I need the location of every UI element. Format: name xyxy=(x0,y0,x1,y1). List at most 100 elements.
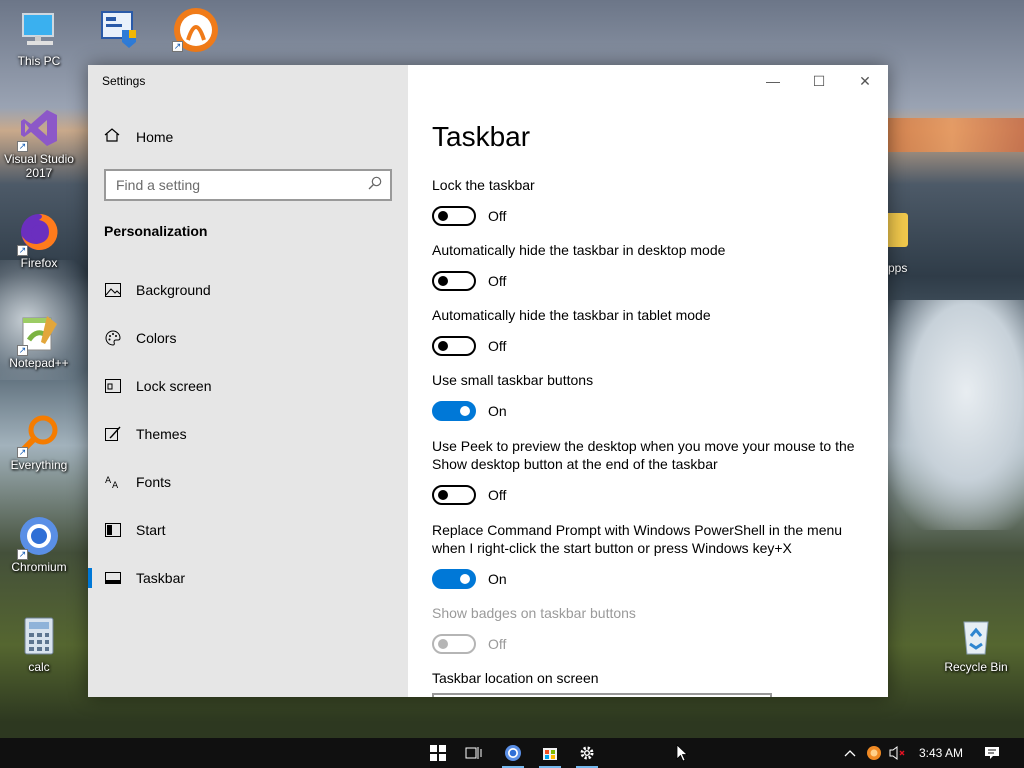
taskbar-settings[interactable] xyxy=(572,738,602,768)
small-buttons-toggle[interactable] xyxy=(432,401,476,421)
toggle-state-text: Off xyxy=(488,338,507,354)
chromium-icon xyxy=(505,745,521,761)
search-placeholder: Find a setting xyxy=(116,177,201,193)
volume-button[interactable] xyxy=(886,738,908,768)
desktop-icon-control-panel[interactable] xyxy=(78,6,158,52)
windows-logo-icon xyxy=(430,745,446,761)
setting-label: Replace Command Prompt with Windows Powe… xyxy=(432,522,843,556)
taskbar-store[interactable] xyxy=(535,738,565,768)
nav-home-label: Home xyxy=(136,129,174,145)
visual-studio-icon: ↗ xyxy=(17,106,61,152)
window-caption-buttons: — ☐ ✕ xyxy=(750,65,888,97)
calculator-icon xyxy=(17,614,61,658)
nav-item-colors[interactable]: Colors xyxy=(88,318,408,358)
taskbar-icon xyxy=(104,569,122,587)
task-view-button[interactable] xyxy=(460,738,488,768)
search-input[interactable]: Find a setting xyxy=(104,169,392,201)
nav-item-label: Fonts xyxy=(136,474,172,490)
shortcut-arrow-icon: ↗ xyxy=(17,447,28,458)
nav-item-label: Themes xyxy=(136,426,187,442)
desktop-icon-chromium[interactable]: ↗ Chromium xyxy=(0,514,79,574)
peek-toggle[interactable] xyxy=(432,485,476,505)
shortcut-arrow-icon: ↗ xyxy=(17,549,28,560)
volume-muted-icon xyxy=(889,746,905,760)
setting-label: Use Peek to preview the desktop when you… xyxy=(432,438,855,472)
nav-item-label: Start xyxy=(136,522,166,538)
setting-powershell: Replace Command Prompt with Windows Powe… xyxy=(432,521,872,589)
home-icon xyxy=(104,127,122,147)
desktop-icon-recycle-bin[interactable]: Recycle Bin xyxy=(936,614,1016,674)
setting-small-buttons: Use small taskbar buttons On xyxy=(432,371,872,421)
nav-section-heading: Personalization xyxy=(104,223,208,239)
recycle-bin-icon xyxy=(954,614,998,658)
setting-label: Automatically hide the taskbar in tablet… xyxy=(432,307,711,323)
nav-item-taskbar[interactable]: Taskbar xyxy=(88,558,408,598)
desktop-icon-firefox[interactable]: ↗ Firefox xyxy=(0,210,79,270)
tray-app-icon[interactable] xyxy=(864,738,884,768)
toggle-state-text: Off xyxy=(488,636,507,652)
svg-text:A: A xyxy=(112,481,119,489)
nav-item-themes[interactable]: Themes xyxy=(88,414,408,454)
page-title: Taskbar xyxy=(432,121,531,152)
toggle-state-text: Off xyxy=(488,208,507,224)
search-icon xyxy=(368,176,382,190)
mouse-cursor-icon xyxy=(674,738,690,768)
autohide-desktop-toggle[interactable] xyxy=(432,271,476,291)
palette-icon xyxy=(104,329,122,347)
notification-icon xyxy=(985,747,999,759)
nav-item-label: Colors xyxy=(136,330,177,346)
start-button[interactable] xyxy=(424,738,452,768)
task-view-icon xyxy=(465,747,482,759)
desktop-icon-bittorrent[interactable]: ↗ xyxy=(154,6,234,52)
nav-item-background[interactable]: Background xyxy=(88,270,408,310)
lock-taskbar-toggle[interactable] xyxy=(432,206,476,226)
setting-taskbar-location: Taskbar location on screen xyxy=(432,669,872,687)
clock[interactable]: 3:43 AM xyxy=(912,738,970,768)
maximize-button[interactable]: ☐ xyxy=(796,65,842,97)
gear-icon xyxy=(580,746,594,760)
setting-label: Automatically hide the taskbar in deskto… xyxy=(432,242,726,258)
nav-item-label: Taskbar xyxy=(136,570,186,586)
toggle-state-text: On xyxy=(488,571,507,587)
desktop-icon-this-pc[interactable]: This PC xyxy=(0,8,79,68)
nav-home[interactable]: Home xyxy=(104,127,173,147)
setting-label: Taskbar location on screen xyxy=(432,670,599,686)
wallpaper-clouds xyxy=(880,300,1024,530)
desktop-icon-calc[interactable]: calc xyxy=(0,614,79,674)
monitor-icon xyxy=(17,8,61,52)
shortcut-arrow-icon: ↗ xyxy=(17,345,28,356)
close-button[interactable]: ✕ xyxy=(842,65,888,97)
setting-peek: Use Peek to preview the desktop when you… xyxy=(432,437,872,505)
badges-toggle xyxy=(432,634,476,654)
desktop-icon-notepadpp[interactable]: ↗ Notepad++ xyxy=(0,310,79,370)
window-title: Settings xyxy=(102,74,146,88)
setting-label: Show badges on taskbar buttons xyxy=(432,605,636,621)
nav-item-fonts[interactable]: AA Fonts xyxy=(88,462,408,502)
lock-screen-icon xyxy=(104,377,122,395)
desktop-icon-everything[interactable]: ↗ Everything xyxy=(0,412,79,472)
fonts-icon: AA xyxy=(104,473,122,491)
desktop-icon-visual-studio[interactable]: ↗ Visual Studio 2017 xyxy=(0,106,79,180)
wallpaper-sunset-glow xyxy=(880,118,1024,152)
svg-text:A: A xyxy=(105,476,112,486)
brush-icon xyxy=(104,425,122,443)
nav-item-start[interactable]: Start xyxy=(88,510,408,550)
show-hidden-icons-button[interactable] xyxy=(840,738,860,768)
nav-item-label: Background xyxy=(136,282,211,298)
minimize-button[interactable]: — xyxy=(750,65,796,97)
setting-autohide-tablet: Automatically hide the taskbar in tablet… xyxy=(432,306,872,356)
autohide-tablet-toggle[interactable] xyxy=(432,336,476,356)
control-panel-icon xyxy=(96,6,140,50)
settings-window: Settings Home Find a setting Personaliza… xyxy=(88,65,888,697)
desktop-folder-icon[interactable] xyxy=(888,213,908,247)
powershell-toggle[interactable] xyxy=(432,569,476,589)
setting-badges: Show badges on taskbar buttons Off xyxy=(432,604,872,654)
nav-item-lock-screen[interactable]: Lock screen xyxy=(88,366,408,406)
toggle-state-text: Off xyxy=(488,487,507,503)
shortcut-arrow-icon: ↗ xyxy=(172,41,183,52)
taskbar-chromium[interactable] xyxy=(498,738,528,768)
action-center-button[interactable] xyxy=(978,738,1006,768)
orange-app-icon xyxy=(867,746,881,760)
taskbar-location-dropdown[interactable] xyxy=(432,693,772,697)
picture-icon xyxy=(104,281,122,299)
